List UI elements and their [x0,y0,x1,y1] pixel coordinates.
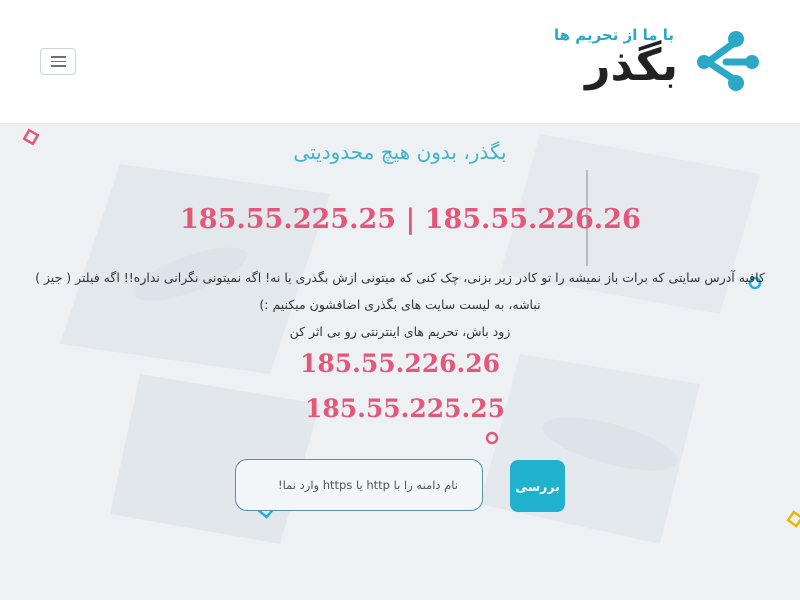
hamburger-menu-button[interactable] [40,48,76,75]
ip-address-item: 185.55.225.25 [304,394,506,423]
description-line: زود باش، تحریم های اینترنتی رو بی اثر کن [289,324,511,339]
hamburger-menu-icon [50,56,66,58]
hero-description: کافیه آدرس سایتی که برات باز نمیشه را تو… [0,264,800,345]
diamond-decoration-icon [786,510,800,528]
site-header: با ما از تحریم ها بگذر [0,0,800,124]
description-line: کافیه آدرس سایتی که برات باز نمیشه را تو… [35,270,765,285]
check-button[interactable]: بررسی [510,460,565,512]
network-nodes-icon [697,31,759,91]
circle-decoration-icon [485,431,499,445]
description-line: نباشه، به لیست سایت های بگذری اضافشون می… [259,297,541,312]
hamburger-menu-icon [50,60,66,63]
hero-title: بگذر، بدون هیچ محدودیتی [293,140,507,164]
domain-input[interactable] [235,459,483,511]
hamburger-menu-icon [50,65,66,67]
logo-name: بگذر [585,40,678,91]
hero-section: بگذر، بدون هیچ محدودیتی 185.55.225.25 | … [0,124,800,600]
ip-address-item: 185.55.226.26 [299,349,501,378]
site-logo[interactable]: با ما از تحریم ها بگذر [554,26,760,98]
main-ip-addresses: 185.55.225.25 | 185.55.226.26 [180,204,641,235]
